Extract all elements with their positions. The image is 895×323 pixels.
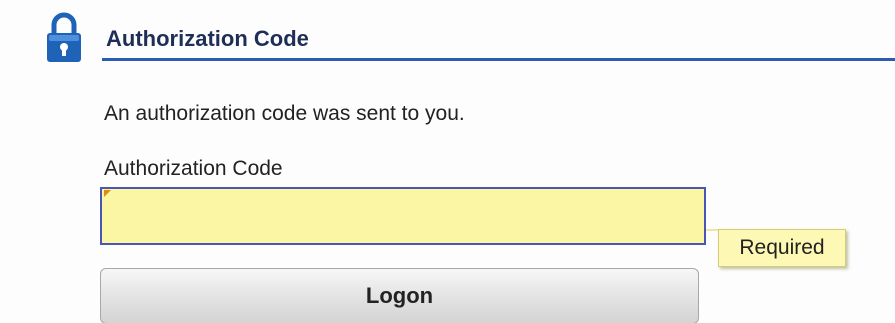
page-title: Authorization Code xyxy=(106,26,309,51)
authorization-message: An authorization code was sent to you. xyxy=(104,102,465,125)
lock-icon xyxy=(47,12,81,62)
logon-button[interactable]: Logon xyxy=(100,268,699,323)
authorization-code-input[interactable] xyxy=(100,187,706,245)
required-field-marker-icon xyxy=(104,190,111,197)
required-tooltip: Required xyxy=(718,229,846,267)
authorization-code-label: Authorization Code xyxy=(104,157,283,180)
authorization-code-page: Authorization Code An authorization code… xyxy=(0,0,895,323)
section-header: Authorization Code xyxy=(102,24,895,61)
